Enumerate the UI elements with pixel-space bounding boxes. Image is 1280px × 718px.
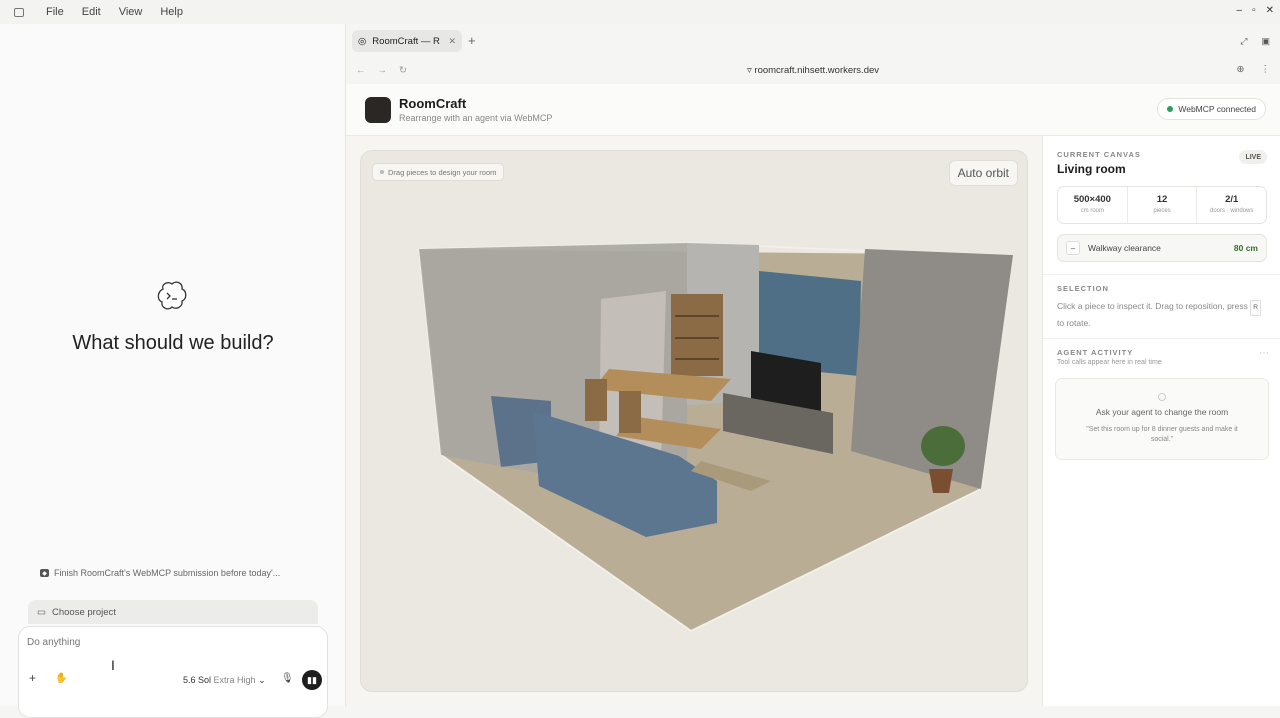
minimize-icon[interactable]: –: [1237, 5, 1243, 16]
inspector-panel: CURRENT CANVAS Living room LIVE 500×400 c…: [1042, 136, 1280, 706]
menu-bar: File Edit View Help – ▫ ✕: [0, 0, 1280, 24]
walkway-clearance: – Walkway clearance 80 cm: [1057, 234, 1267, 262]
chair: [585, 379, 607, 421]
folder-icon: ▭: [37, 606, 46, 618]
task-text: Finish RoomCraft's WebMCP submission bef…: [54, 568, 281, 578]
connection-badge: WebMCP connected: [1157, 98, 1266, 120]
close-window-icon[interactable]: ✕: [1266, 5, 1274, 16]
divider: [1043, 338, 1280, 339]
selection-help: Click a piece to inspect it. Drag to rep…: [1057, 299, 1269, 330]
menu-help[interactable]: Help: [160, 6, 183, 18]
prompt-input[interactable]: [27, 637, 297, 648]
current-canvas-label: CURRENT CANVAS: [1057, 150, 1141, 159]
model-selector[interactable]: 5.6 Sol Extra High ⌄: [183, 675, 266, 686]
maximize-icon[interactable]: ▫: [1252, 5, 1256, 16]
divider: [1043, 274, 1280, 275]
hero-heading: What should we build?: [72, 332, 274, 354]
menu-view[interactable]: View: [119, 6, 143, 18]
choose-project-button[interactable]: ▭ Choose project: [28, 600, 318, 624]
roomcraft-logo: [365, 97, 391, 123]
plant: [921, 426, 965, 466]
browser-window: ◎ RoomCraft — R ✕ + ⤢ ▣ ← → ↻ ▿ roomcraf…: [346, 24, 1280, 706]
hint-text: Drag pieces to design your room: [388, 167, 497, 177]
selection-text-end: to rotate.: [1057, 318, 1091, 328]
auto-orbit-button[interactable]: Auto orbit: [948, 160, 1018, 186]
stat-value: 12: [1156, 194, 1168, 205]
activity-empty-state: Ask your agent to change the room "Set t…: [1055, 378, 1269, 460]
status-dot-icon: [1167, 106, 1174, 112]
room-stats: 500×400 cm room 12 pieces 2/1 doors · windo…: [1057, 186, 1267, 224]
agent-activity-label: AGENT ACTIVITY: [1057, 348, 1134, 357]
connection-text: WebMCP connected: [1178, 104, 1256, 114]
room-3d-view[interactable]: [361, 151, 1029, 693]
selection-section: SELECTION Click a piece to inspect it. D…: [1057, 284, 1269, 330]
selection-text: Click a piece to inspect it. Drag to rep…: [1057, 301, 1248, 311]
live-badge: LIVE: [1239, 150, 1267, 164]
url-field[interactable]: ▿ roomcraft.nihsett.workers.dev: [346, 65, 1280, 76]
canvas-area: Drag pieces to design your room Auto orb…: [346, 136, 1042, 706]
expand-icon[interactable]: ⤢: [1240, 36, 1247, 47]
chair: [619, 391, 641, 433]
walkway-label: Walkway clearance: [1088, 243, 1161, 253]
stat-doors-windows: 2/1 doors · windows: [1197, 187, 1266, 223]
url-text: roomcraft.nihsett.workers.dev: [754, 65, 880, 76]
plant-pot: [929, 469, 953, 493]
agent-activity-section: AGENT ACTIVITY Tool calls appear here in…: [1057, 348, 1269, 366]
sidebar-toggle-icon[interactable]: [14, 7, 24, 17]
close-tab-icon[interactable]: ✕: [448, 36, 456, 47]
tab-roomcraft[interactable]: ◎ RoomCraft — R ✕: [352, 30, 462, 52]
model-name: 5.6 Sol: [183, 675, 212, 685]
app-title: RoomCraft: [399, 96, 467, 111]
example-prompt: "Set this room up for 8 dinner guests an…: [1086, 426, 1238, 443]
add-icon[interactable]: ⊕: [1237, 64, 1245, 75]
stat-label: doors · windows: [1210, 208, 1254, 214]
walkway-icon: –: [1066, 241, 1080, 255]
canvas-title: Living room: [1057, 162, 1126, 176]
address-bar: ← → ↻ ▿ roomcraft.nihsett.workers.dev ⊕ …: [346, 58, 1280, 84]
microphone-icon[interactable]: 🎙: [281, 673, 294, 684]
composer: I + ✋ 5.6 Sol Extra High ⌄ 🎙 ▮▮: [18, 626, 328, 718]
stat-room-size: 500×400 cm room: [1058, 187, 1128, 223]
empty-title: Ask your agent to change the room: [1095, 407, 1229, 417]
globe-icon: ◎: [358, 35, 367, 47]
model-level: Extra High: [213, 675, 256, 685]
menu-edit[interactable]: Edit: [82, 6, 101, 18]
selection-label: SELECTION: [1057, 284, 1109, 293]
stat-label: pieces: [1153, 208, 1171, 214]
task-suggestion[interactable]: ◆ Finish RoomCraft's WebMCP submission b…: [40, 568, 280, 578]
drag-hint: Drag pieces to design your room: [372, 163, 505, 181]
hand-icon[interactable]: ✋: [55, 673, 67, 684]
bookshelf: [671, 294, 723, 376]
app-logo-icon: [157, 281, 187, 310]
choose-project-label: Choose project: [51, 606, 116, 618]
tab-bar: ◎ RoomCraft — R ✕ + ⤢ ▣: [346, 24, 1280, 58]
walkway-value: 80 cm: [1233, 243, 1258, 253]
tab-title: RoomCraft — R: [372, 35, 440, 47]
stat-label: cm room: [1080, 208, 1104, 214]
text-cursor-icon: I: [111, 657, 115, 673]
app-subtitle: Rearrange with an agent via WebMCP: [399, 113, 553, 123]
more-options-icon[interactable]: ⋯: [1259, 348, 1269, 359]
stat-pieces: 12 pieces: [1128, 187, 1198, 223]
voice-send-button[interactable]: ▮▮: [302, 670, 322, 690]
rotate-key: R: [1250, 300, 1261, 316]
agent-sidebar: What should we build? ◆ Finish RoomCraft…: [0, 24, 346, 718]
more-icon[interactable]: ⋮: [1261, 64, 1271, 75]
app-header: RoomCraft Rearrange with an agent via We…: [346, 84, 1280, 136]
agent-activity-sub: Tool calls appear here in real time: [1057, 359, 1162, 366]
stat-value: 500×400: [1073, 194, 1111, 205]
loading-icon: [1158, 393, 1166, 401]
task-icon: ◆: [40, 569, 49, 577]
hint-dot-icon: [380, 170, 384, 174]
new-tab-icon[interactable]: +: [468, 33, 476, 48]
stat-value: 2/1: [1225, 194, 1239, 205]
split-view-icon[interactable]: ▣: [1261, 36, 1270, 47]
add-attachment-icon[interactable]: +: [29, 671, 36, 685]
room-stage[interactable]: Drag pieces to design your room Auto orb…: [360, 150, 1028, 692]
menu-file[interactable]: File: [46, 6, 64, 18]
